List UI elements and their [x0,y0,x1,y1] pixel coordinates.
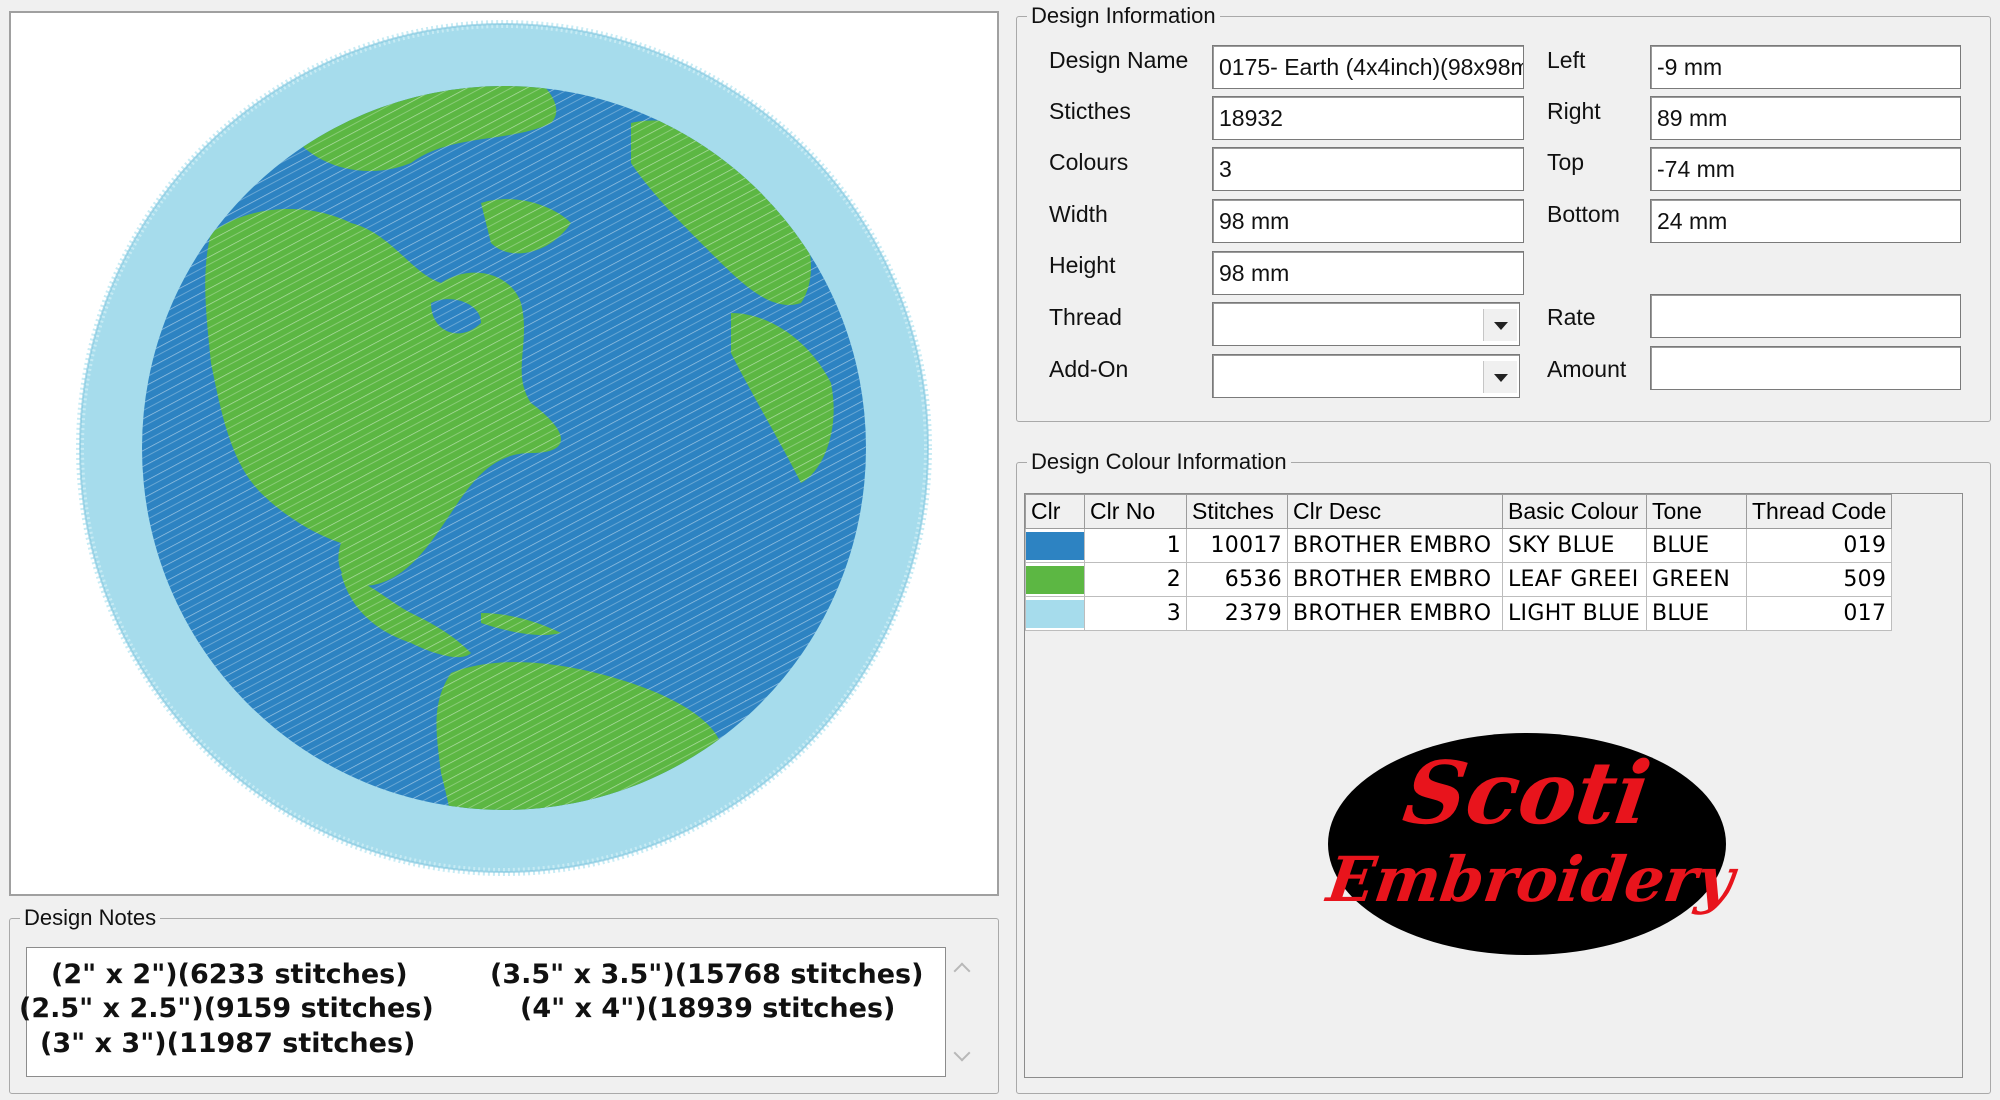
clr-no-cell: 1 [1084,528,1187,563]
left-field[interactable]: -9 mm [1650,45,1961,89]
note-line: (2.5" x 2.5")(9159 stitches) [19,993,434,1024]
basic-colour-cell: SKY BLUE [1502,528,1647,563]
column-header[interactable]: Stitches [1186,494,1288,529]
earth-design-image [76,20,932,876]
note-line: (3" x 3")(11987 stitches) [40,1028,416,1059]
clr-desc-cell: BROTHER EMBRO [1287,596,1503,631]
tone-cell: BLUE [1646,596,1747,631]
tone-cell: GREEN [1646,562,1747,597]
design-name-label: Design Name [1049,47,1189,73]
colour-swatch [1025,562,1085,597]
bottom-field[interactable]: 24 mm [1650,199,1961,243]
colour-table: Clr Clr No Stitches Clr Desc Basic Colou… [1025,494,1893,631]
design-name-field[interactable]: 0175- Earth (4x4inch)(98x98m [1212,45,1524,89]
basic-colour-cell: LIGHT BLUE [1502,596,1647,631]
width-field[interactable]: 98 mm [1212,199,1524,243]
colour-swatch [1025,528,1085,563]
height-field[interactable]: 98 mm [1212,251,1524,295]
design-notes-legend: Design Notes [20,905,161,931]
top-label: Top [1547,149,1585,175]
addon-label: Add-On [1049,356,1129,382]
design-preview [9,11,999,896]
clr-desc-cell: BROTHER EMBRO [1287,562,1503,597]
thread-label: Thread [1049,304,1122,330]
addon-dropdown[interactable] [1212,354,1520,398]
rate-label: Rate [1547,304,1596,330]
chevron-down-icon[interactable] [1483,309,1517,341]
tone-cell: BLUE [1646,528,1747,563]
left-label: Left [1547,47,1586,73]
rate-field[interactable] [1650,294,1961,338]
logo-line-2: Embroidery [1322,843,1739,916]
stitches-label: Sticthes [1049,98,1131,124]
colour-swatch [1025,596,1085,631]
colours-label: Colours [1049,149,1129,175]
table-row[interactable]: 1 10017 BROTHER EMBRO SKY BLUE BLUE 019 [1025,528,1893,563]
amount-field[interactable] [1650,346,1961,390]
note-line: (2" x 2")(6233 stitches) [51,959,408,990]
stitches-cell: 6536 [1186,562,1288,597]
column-header[interactable]: Clr Desc [1287,494,1503,529]
stitches-field[interactable]: 18932 [1212,96,1524,140]
basic-colour-cell: LEAF GREEI [1502,562,1647,597]
stitches-cell: 2379 [1186,596,1288,631]
bottom-label: Bottom [1547,201,1620,227]
design-notes-textarea[interactable]: (2" x 2")(6233 stitches) (3.5" x 3.5")(1… [19,947,946,1077]
column-header[interactable]: Clr [1025,494,1085,529]
right-label: Right [1547,98,1601,124]
clr-no-cell: 3 [1084,596,1187,631]
table-row[interactable]: 2 6536 BROTHER EMBRO LEAF GREEI GREEN 50… [1025,562,1893,597]
thread-dropdown[interactable] [1212,302,1520,346]
design-information-legend: Design Information [1027,3,1220,29]
width-label: Width [1049,201,1108,227]
thread-code-cell: 017 [1745,596,1893,631]
notes-scrollbar[interactable] [948,947,976,1077]
table-header-row: Clr Clr No Stitches Clr Desc Basic Colou… [1025,494,1893,529]
thread-code-cell: 019 [1745,528,1893,563]
scroll-up-icon[interactable] [953,962,971,980]
thread-code-cell: 509 [1745,562,1893,597]
chevron-down-icon[interactable] [1483,361,1517,393]
clr-desc-cell: BROTHER EMBRO [1287,528,1503,563]
note-line: (4" x 4")(18939 stitches) [520,993,896,1024]
colours-field[interactable]: 3 [1212,147,1524,191]
top-field[interactable]: -74 mm [1650,147,1961,191]
column-header[interactable]: Tone [1646,494,1747,529]
note-line: (3.5" x 3.5")(15768 stitches) [490,959,924,990]
logo-line-1: Scoti [1397,743,1657,844]
scroll-down-icon[interactable] [953,1044,971,1062]
column-header[interactable]: Thread Code [1745,494,1893,529]
column-header[interactable]: Clr No [1084,494,1187,529]
table-row[interactable]: 3 2379 BROTHER EMBRO LIGHT BLUE BLUE 017 [1025,596,1893,631]
column-header[interactable]: Basic Colour [1502,494,1647,529]
height-label: Height [1049,252,1116,278]
amount-label: Amount [1547,356,1627,382]
clr-no-cell: 2 [1084,562,1187,597]
design-colour-information-legend: Design Colour Information [1027,449,1291,475]
scoti-embroidery-logo: Scoti Embroidery [1323,733,1738,955]
right-field[interactable]: 89 mm [1650,96,1961,140]
stitches-cell: 10017 [1186,528,1288,563]
